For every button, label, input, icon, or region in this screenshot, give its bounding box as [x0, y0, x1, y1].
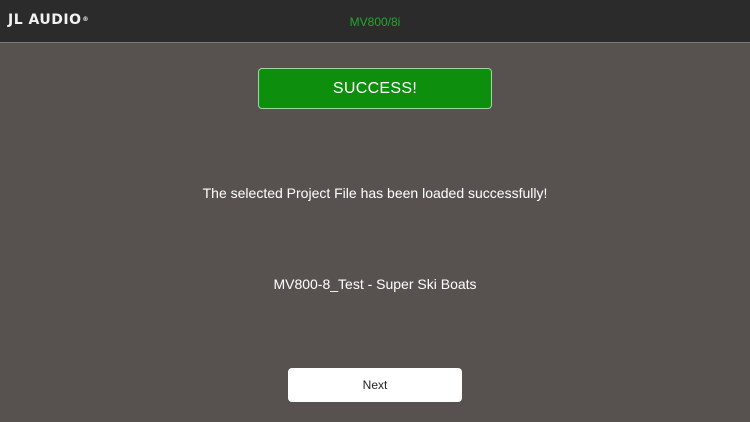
registered-mark: ® [82, 16, 90, 23]
next-button[interactable]: Next [288, 368, 462, 402]
success-message: The selected Project File has been loade… [202, 185, 548, 201]
success-label: SUCCESS! [332, 79, 418, 97]
jl-audio-logo: JL AUDIO® [8, 12, 89, 28]
top-bar: JL AUDIO® MV800/8i [0, 0, 750, 43]
success-banner: SUCCESS! [258, 68, 492, 109]
project-name: MV800-8_Test - Super Ski Boats [273, 276, 477, 292]
next-button-label: Next [362, 378, 388, 392]
logo-text: JL AUDIO [8, 12, 82, 28]
device-name: MV800/8i [349, 15, 401, 29]
